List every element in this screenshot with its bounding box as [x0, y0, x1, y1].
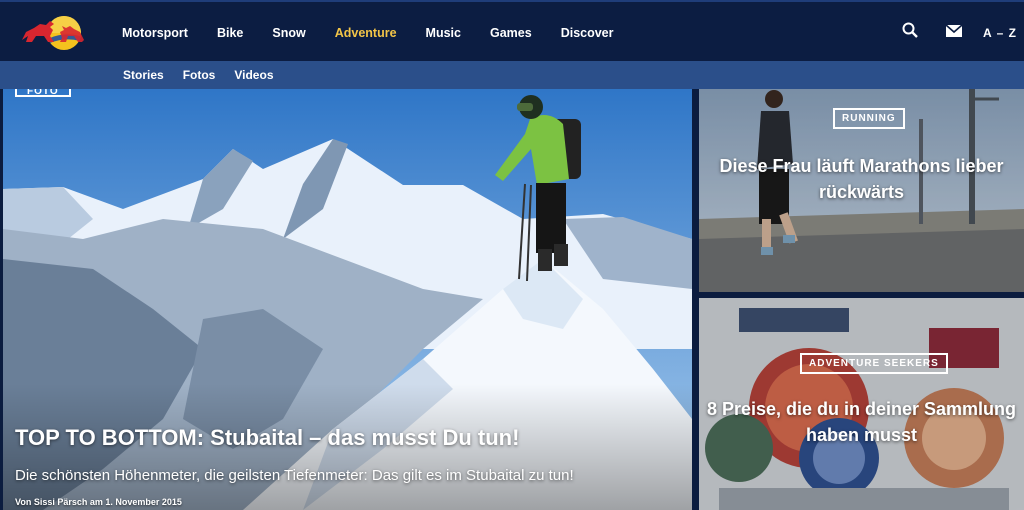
nav-item-snow[interactable]: Snow	[272, 26, 305, 40]
hero-article[interactable]: FOTO TOP TO BOTTOM: Stubaital – das muss…	[3, 89, 692, 510]
az-index-link[interactable]: A – Z	[976, 2, 1024, 63]
sub-navigation: Stories Fotos Videos	[0, 61, 1024, 89]
nav-items: Motorsport Bike Snow Adventure Music Gam…	[122, 2, 643, 63]
nav-item-music[interactable]: Music	[426, 26, 461, 40]
hero-byline: Von Sissi Pärsch am 1. November 2015	[15, 497, 182, 507]
article-tile-medals[interactable]: ADVENTURE SEEKERS 8 Preise, die du in de…	[699, 298, 1024, 510]
search-icon	[902, 22, 918, 43]
hero-category-tag: FOTO	[15, 89, 71, 97]
article-tile-running[interactable]: RUNNING Diese Frau läuft Marathons liebe…	[699, 89, 1024, 292]
envelope-icon	[945, 23, 963, 42]
red-bull-logo-icon[interactable]	[20, 14, 86, 52]
hero-subtitle: Die schönsten Höhenmeter, die geilsten T…	[15, 467, 574, 484]
subnav-item-videos[interactable]: Videos	[234, 68, 273, 82]
category-badge: ADVENTURE SEEKERS	[800, 353, 948, 374]
nav-item-adventure[interactable]: Adventure	[335, 26, 397, 40]
subnav-items: Stories Fotos Videos	[123, 61, 293, 89]
nav-item-bike[interactable]: Bike	[217, 26, 243, 40]
category-badge: RUNNING	[833, 108, 905, 129]
nav-tools: A – Z	[888, 2, 1024, 63]
nav-item-games[interactable]: Games	[490, 26, 532, 40]
search-button[interactable]	[888, 2, 932, 63]
hero-title[interactable]: TOP TO BOTTOM: Stubaital – das musst Du …	[15, 423, 675, 453]
subnav-item-stories[interactable]: Stories	[123, 68, 164, 82]
mail-button[interactable]	[932, 2, 976, 63]
subnav-item-fotos[interactable]: Fotos	[183, 68, 216, 82]
tile-title[interactable]: Diese Frau läuft Marathons lieber rückwä…	[699, 153, 1024, 205]
nav-item-motorsport[interactable]: Motorsport	[122, 26, 188, 40]
nav-item-discover[interactable]: Discover	[561, 26, 614, 40]
main-navigation: Motorsport Bike Snow Adventure Music Gam…	[0, 0, 1024, 61]
tile-title[interactable]: 8 Preise, die du in deiner Sammlung habe…	[699, 396, 1024, 448]
